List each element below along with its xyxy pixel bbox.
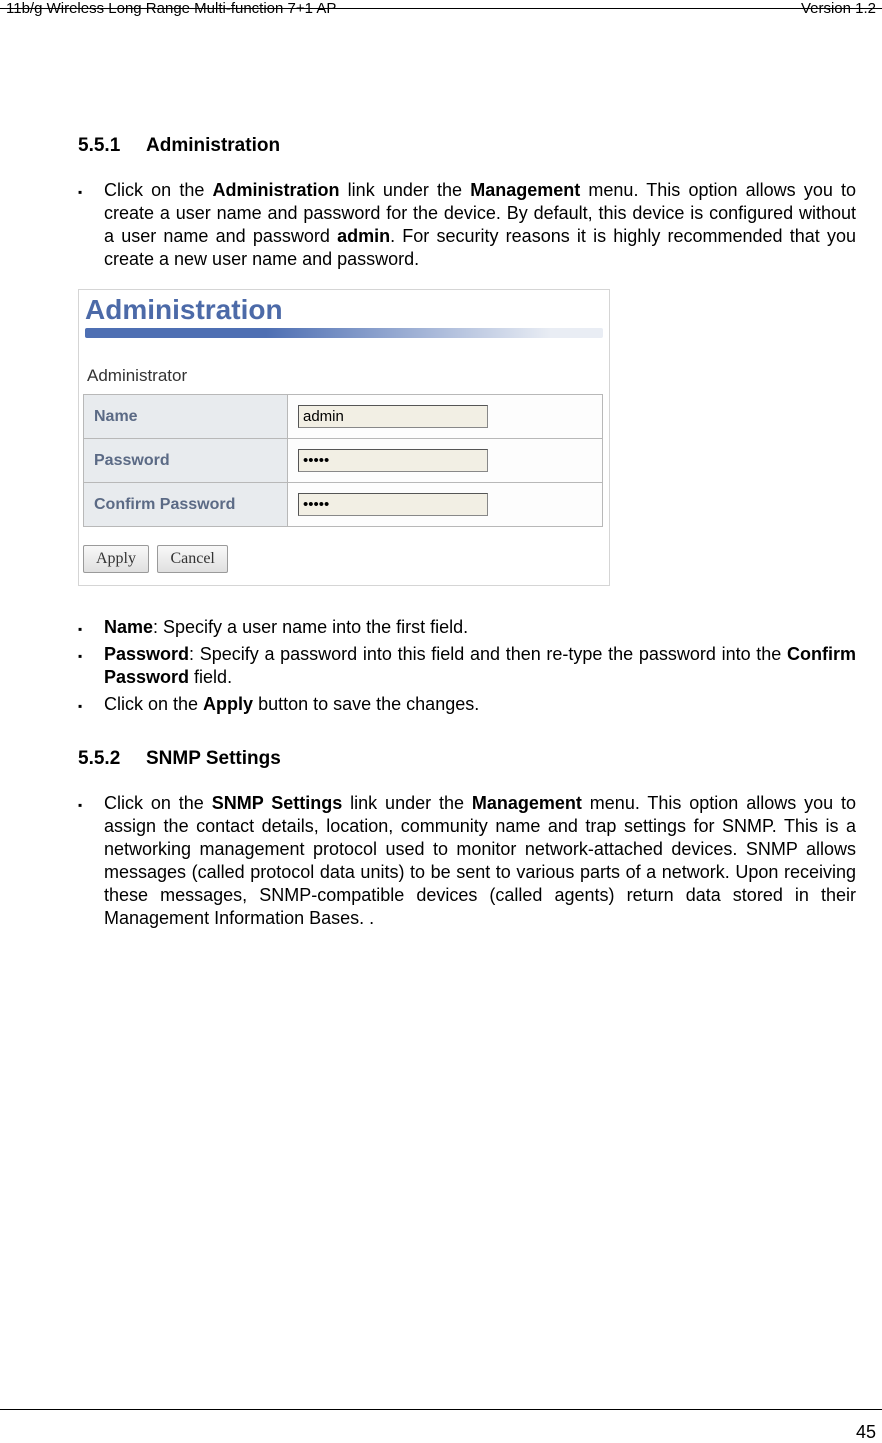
document-page: 11b/g Wireless Long Range Multi-function… [0,0,882,1424]
admin-screenshot-panel: Administration Administrator Name Passwo… [78,289,610,586]
section-number: 5.5.1 [78,135,146,157]
page-header: 11b/g Wireless Long Range Multi-function… [0,0,882,9]
label-password: Password [84,439,288,483]
list-item: Name: Specify a user name into the first… [104,616,856,639]
text: menu. This option allows you to assign t… [104,793,856,928]
button-row: Apply Cancel [79,545,609,585]
section-heading-snmp: 5.5.2SNMP Settings [78,748,856,770]
section-number: 5.5.2 [78,748,146,770]
list-item: Password: Specify a password into this f… [104,643,856,689]
text: Click on the [104,180,213,200]
table-row: Name [84,395,603,439]
cell-name-input [288,395,603,439]
admin-form-table: Name Password Confirm Password [83,394,603,527]
cell-confirm-input [288,483,603,527]
keyword-management: Management [470,180,580,200]
section-heading-administration: 5.5.1Administration [78,135,856,157]
apply-button[interactable]: Apply [83,545,149,573]
table-row: Password [84,439,603,483]
intro-bullet: Click on the Administration link under t… [104,179,856,271]
name-input[interactable] [298,405,488,428]
label-confirm-password: Confirm Password [84,483,288,527]
header-left: 11b/g Wireless Long Range Multi-function… [6,0,336,17]
cancel-button[interactable]: Cancel [157,545,227,573]
text: button to save the changes. [253,694,479,714]
keyword-snmp-settings: SNMP Settings [212,793,343,813]
text: : Specify a user name into the first fie… [153,617,468,637]
text: link under the [342,793,472,813]
label-name-bold: Name [104,617,153,637]
body-content: 5.5.1Administration Click on the Adminis… [78,135,856,948]
section-title: SNMP Settings [146,748,281,769]
list-item: Click on the Apply button to save the ch… [104,693,856,716]
panel-subtitle: Administrator [79,366,609,394]
label-password-bold: Password [104,644,189,664]
panel-divider-bar [85,328,603,338]
cell-password-input [288,439,603,483]
label-name: Name [84,395,288,439]
text: Click on the [104,793,212,813]
field-description-list: Name: Specify a user name into the first… [78,616,856,716]
text: field. [189,667,232,687]
panel-title-text: Administration [85,294,283,326]
spacer [78,734,856,748]
page-footer: 45 [0,1409,882,1424]
panel-title: Administration [79,290,609,326]
keyword-admin: admin [337,226,390,246]
table-row: Confirm Password [84,483,603,527]
text: Click on the [104,694,203,714]
keyword-administration: Administration [213,180,340,200]
header-right: Version 1.2 [801,0,876,17]
text: link under the [340,180,471,200]
page-number: 45 [856,1422,876,1443]
password-input[interactable] [298,449,488,472]
text: : Specify a password into this field and… [189,644,787,664]
keyword-management: Management [472,793,582,813]
intro-list: Click on the Administration link under t… [78,179,856,271]
label-apply-bold: Apply [203,694,253,714]
section-title: Administration [146,135,280,156]
snmp-intro-list: Click on the SNMP Settings link under th… [78,792,856,930]
confirm-password-input[interactable] [298,493,488,516]
snmp-bullet: Click on the SNMP Settings link under th… [104,792,856,930]
